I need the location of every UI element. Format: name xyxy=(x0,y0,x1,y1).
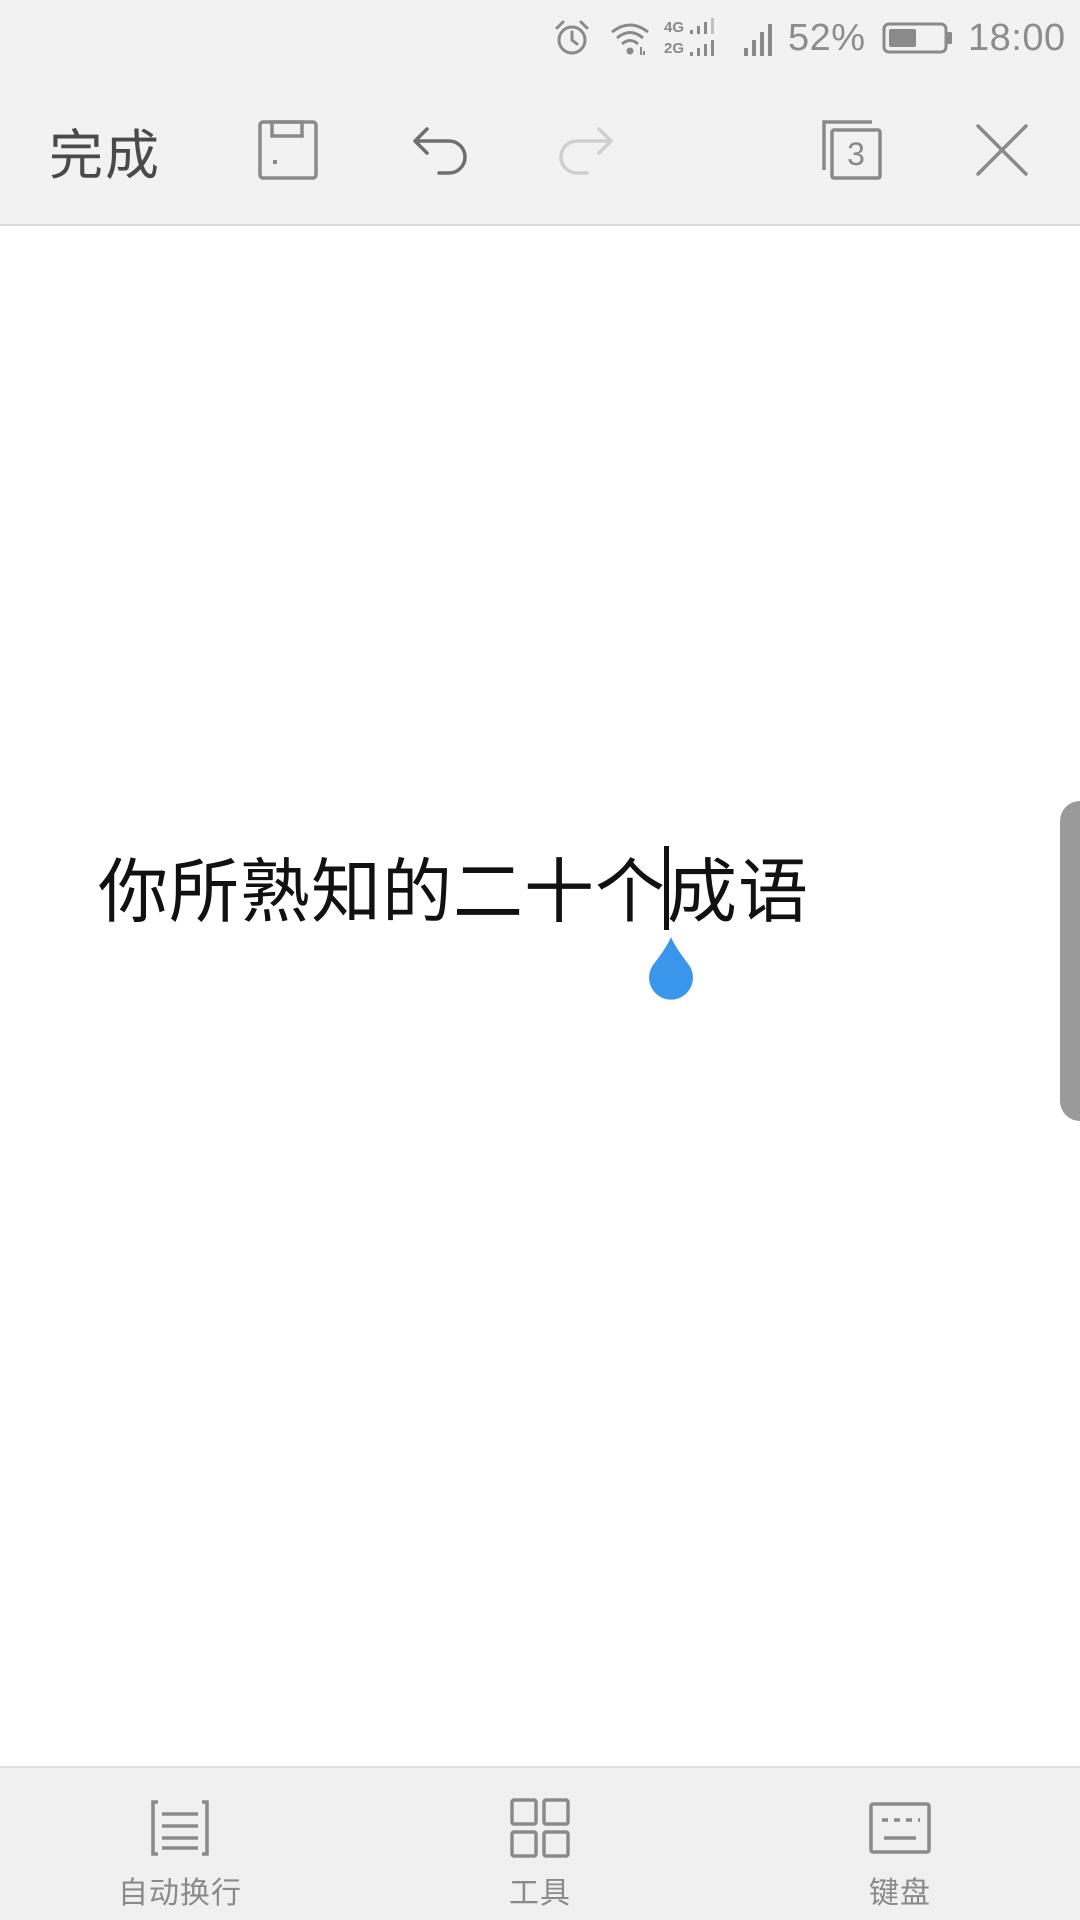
tools-button[interactable]: 工具 xyxy=(430,1768,650,1920)
editor-toolbar: 完成 3 xyxy=(0,76,1080,226)
word-wrap-icon xyxy=(151,1800,209,1856)
battery-percent: 52% xyxy=(788,16,866,59)
keyboard-icon xyxy=(869,1802,931,1854)
status-bar: 4G 2G 52% 18:00 xyxy=(0,0,1080,76)
close-icon xyxy=(976,124,1028,176)
alarm-icon xyxy=(552,0,592,76)
save-button[interactable] xyxy=(246,76,330,224)
undo-icon xyxy=(413,127,467,175)
word-wrap-label: 自动换行 xyxy=(118,1876,242,1911)
document-text-line[interactable]: 你所熟知的二十个成语 xyxy=(98,846,809,930)
text-after-cursor: 成语 xyxy=(667,851,809,933)
editor-screen: 4G 2G 52% 18:00 完成 3 你所熟知的二十个成语 自动换行 工具 … xyxy=(0,0,1080,1920)
network-type-top: 4G xyxy=(664,19,685,36)
tools-grid-icon xyxy=(510,1798,570,1858)
document-area[interactable]: 你所熟知的二十个成语 xyxy=(0,226,1080,1766)
redo-button[interactable] xyxy=(546,76,630,224)
pages-button[interactable]: 3 xyxy=(810,76,894,224)
close-button[interactable] xyxy=(960,76,1044,224)
status-time: 18:00 xyxy=(968,16,1066,59)
page-count: 3 xyxy=(847,135,865,172)
word-wrap-button[interactable]: 自动换行 xyxy=(70,1768,290,1920)
battery-icon xyxy=(882,0,954,76)
tools-label: 工具 xyxy=(509,1876,571,1911)
save-icon xyxy=(258,120,318,180)
done-label: 完成 xyxy=(49,123,161,187)
pages-icon: 3 xyxy=(820,118,884,182)
keyboard-label: 键盘 xyxy=(869,1876,931,1911)
done-button[interactable]: 完成 xyxy=(40,76,170,224)
cell-signal-icon xyxy=(742,0,774,76)
redo-icon xyxy=(559,127,613,175)
battery-percent-wrap: 52% xyxy=(788,0,866,76)
undo-button[interactable] xyxy=(396,76,480,224)
wifi-icon xyxy=(608,0,652,76)
network-type-bottom: 2G xyxy=(664,40,685,57)
keyboard-button[interactable]: 键盘 xyxy=(790,1768,1010,1920)
dual-sim-signal-icon: 4G 2G xyxy=(664,0,718,76)
cursor-handle[interactable] xyxy=(641,933,701,1013)
scroll-handle[interactable] xyxy=(1060,801,1080,1121)
text-before-cursor: 你所熟知的二十个 xyxy=(98,851,666,933)
clock-wrap: 18:00 xyxy=(968,0,1066,76)
bottom-toolbar: 自动换行 工具 键盘 xyxy=(0,1766,1080,1920)
